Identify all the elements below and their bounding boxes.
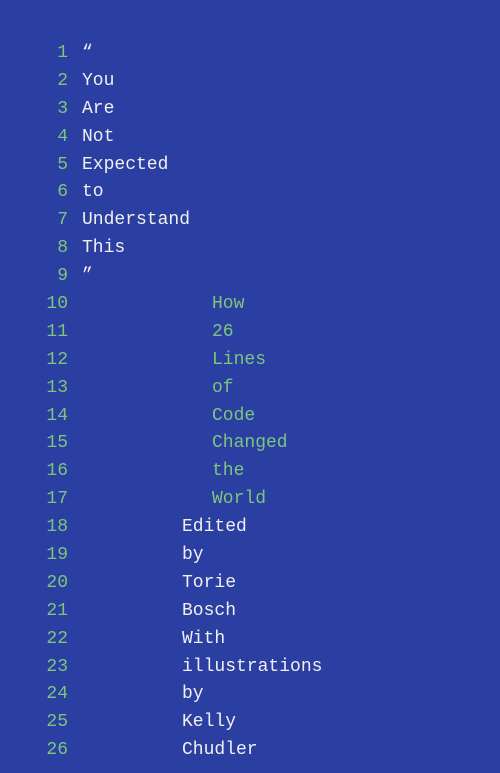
line-12: 12 Lines: [30, 347, 470, 375]
line-2: 2 You: [30, 68, 470, 96]
line-number-2: 2: [30, 68, 68, 96]
book-cover: 1“2You3Are4Not5Expected6to7Understand8Th…: [0, 0, 500, 773]
line-8: 8 This: [30, 235, 470, 263]
line-text-10: How: [212, 291, 244, 319]
line-number-19: 19: [30, 542, 68, 570]
line-11: 11 26: [30, 319, 470, 347]
line-5: 5 Expected: [30, 152, 470, 180]
line-number-3: 3: [30, 96, 68, 124]
line-4: 4 Not: [30, 124, 470, 152]
line-number-11: 11: [30, 319, 68, 347]
line-text-2: You: [82, 68, 114, 96]
line-10: 10 How: [30, 291, 470, 319]
line-20: 20 Torie: [30, 570, 470, 598]
line-number-23: 23: [30, 654, 68, 682]
line-text-24: by: [182, 681, 204, 709]
line-text-4: Not: [82, 124, 114, 152]
line-1: 1“: [30, 40, 470, 68]
line-13: 13 of: [30, 375, 470, 403]
line-text-15: Changed: [212, 430, 288, 458]
line-text-14: Code: [212, 403, 255, 431]
line-text-20: Torie: [182, 570, 236, 598]
line-25: 25 Kelly: [30, 709, 470, 737]
line-number-17: 17: [30, 486, 68, 514]
line-number-13: 13: [30, 375, 68, 403]
line-23: 23 illustrations: [30, 654, 470, 682]
line-9: 9”: [30, 263, 470, 291]
line-text-19: by: [182, 542, 204, 570]
line-21: 21 Bosch: [30, 598, 470, 626]
line-number-20: 20: [30, 570, 68, 598]
line-18: 18 Edited: [30, 514, 470, 542]
line-text-18: Edited: [182, 514, 247, 542]
line-text-3: Are: [82, 96, 114, 124]
line-14: 14 Code: [30, 403, 470, 431]
line-text-6: to: [82, 179, 104, 207]
line-number-21: 21: [30, 598, 68, 626]
line-text-11: 26: [212, 319, 234, 347]
line-text-16: the: [212, 458, 244, 486]
line-text-9: ”: [82, 263, 93, 291]
line-19: 19 by: [30, 542, 470, 570]
line-number-18: 18: [30, 514, 68, 542]
line-24: 24 by: [30, 681, 470, 709]
line-3: 3 Are: [30, 96, 470, 124]
line-number-15: 15: [30, 430, 68, 458]
line-26: 26 Chudler: [30, 737, 470, 765]
line-number-7: 7: [30, 207, 68, 235]
line-number-6: 6: [30, 179, 68, 207]
line-number-24: 24: [30, 681, 68, 709]
line-text-5: Expected: [82, 152, 168, 180]
line-22: 22 With: [30, 626, 470, 654]
line-7: 7 Understand: [30, 207, 470, 235]
line-text-21: Bosch: [182, 598, 236, 626]
line-number-8: 8: [30, 235, 68, 263]
line-15: 15 Changed: [30, 430, 470, 458]
line-number-9: 9: [30, 263, 68, 291]
line-text-25: Kelly: [182, 709, 236, 737]
line-text-22: With: [182, 626, 225, 654]
line-number-25: 25: [30, 709, 68, 737]
line-text-26: Chudler: [182, 737, 258, 765]
line-number-14: 14: [30, 403, 68, 431]
line-number-22: 22: [30, 626, 68, 654]
line-number-26: 26: [30, 737, 68, 765]
line-text-8: This: [82, 235, 125, 263]
line-text-17: World: [212, 486, 266, 514]
line-text-1: “: [82, 40, 93, 68]
line-text-12: Lines: [212, 347, 266, 375]
line-number-1: 1: [30, 40, 68, 68]
line-number-5: 5: [30, 152, 68, 180]
line-number-10: 10: [30, 291, 68, 319]
line-number-16: 16: [30, 458, 68, 486]
line-text-23: illustrations: [182, 654, 322, 682]
line-text-13: of: [212, 375, 234, 403]
line-text-7: Understand: [82, 207, 190, 235]
line-number-12: 12: [30, 347, 68, 375]
line-17: 17 World: [30, 486, 470, 514]
line-6: 6 to: [30, 179, 470, 207]
line-number-4: 4: [30, 124, 68, 152]
line-16: 16 the: [30, 458, 470, 486]
